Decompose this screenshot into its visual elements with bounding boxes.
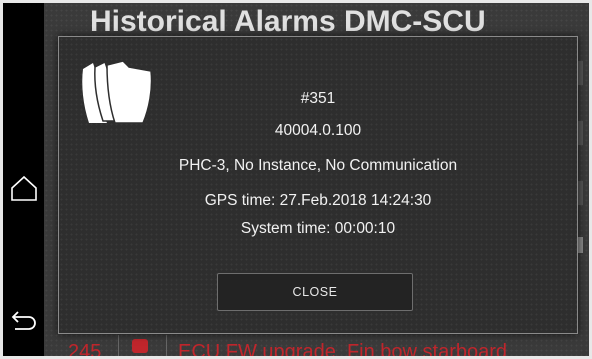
row-divider: [118, 335, 119, 356]
alarm-red-icon: [132, 339, 148, 353]
alarm-message: PHC-3, No Instance, No Communication: [178, 157, 458, 174]
home-button[interactable]: [7, 171, 41, 205]
gps-time: GPS time: 27.Feb.2018 14:24:30: [204, 192, 432, 209]
close-button[interactable]: CLOSE: [217, 273, 413, 311]
alarm-row-number: 245: [68, 341, 102, 356]
alarm-source: 40004.0.100: [274, 122, 362, 139]
system-time: System time: 00:00:10: [240, 220, 396, 237]
alarm-id: #351: [300, 90, 336, 107]
alarm-row-text: ECU FW upgrade, Fin bow starboard: [178, 341, 508, 356]
page-title: Historical Alarms DMC-SCU: [90, 5, 486, 38]
home-icon: [11, 175, 37, 201]
side-navigation: [3, 3, 44, 356]
row-divider: [166, 335, 167, 356]
back-button[interactable]: [7, 303, 41, 337]
back-icon: [11, 311, 36, 330]
alarm-detail-dialog: #351 40004.0.100 PHC-3, No Instance, No …: [58, 36, 578, 334]
